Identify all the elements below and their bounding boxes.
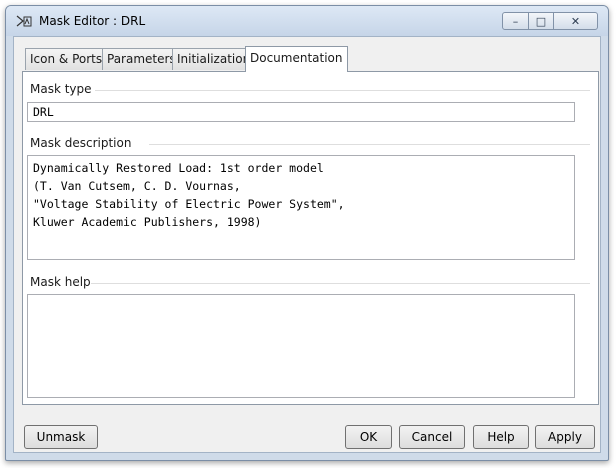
tab-initialization[interactable]: Initialization [172,48,256,70]
mask-help-label: Mask help [30,275,91,289]
close-button[interactable]: ✕ [553,12,598,30]
maximize-button[interactable]: □ [528,12,554,30]
divider [95,90,590,91]
help-button[interactable]: Help [473,425,529,449]
mask-type-value: DRL [33,105,54,119]
unmask-button[interactable]: Unmask [24,425,98,449]
description-line: "Voltage Stability of Electric Power Sys… [33,197,345,211]
mask-description-label: Mask description [30,136,132,150]
mask-help-textarea[interactable] [27,294,575,398]
close-icon: ✕ [570,14,581,28]
simulink-block-icon [16,15,32,27]
window-title: Mask Editor : DRL [39,14,146,28]
mask-type-label: Mask type [30,82,92,96]
description-line: (T. Van Cutsem, C. D. Vournas, [33,179,241,193]
mask-type-field[interactable]: DRL [27,102,575,122]
tab-label: Icon & Ports [30,52,103,66]
mask-description-textarea[interactable]: Dynamically Restored Load: 1st order mod… [27,155,575,260]
tab-documentation[interactable]: Documentation [245,46,348,72]
tab-label: Documentation [250,51,343,65]
maximize-icon: □ [535,14,547,28]
minimize-button[interactable]: – [502,12,529,30]
description-line: Kluwer Academic Publishers, 1998) [33,215,262,229]
tab-parameters[interactable]: Parameters [102,48,181,70]
tab-label: Parameters [107,52,176,66]
cancel-button[interactable]: Cancel [399,425,465,449]
ok-button[interactable]: OK [345,425,392,449]
tab-label: Initialization [177,52,251,66]
mask-editor-window: Mask Editor : DRL – □ ✕ Icon & Ports Par… [5,5,609,461]
divider [149,144,590,145]
dialog-client-area: Icon & Ports Parameters Initialization D… [13,36,601,453]
apply-button[interactable]: Apply [535,425,595,449]
tab-icon-ports[interactable]: Icon & Ports [25,48,108,70]
divider [91,283,590,284]
description-line: Dynamically Restored Load: 1st order mod… [33,161,324,175]
title-bar[interactable]: Mask Editor : DRL – □ ✕ [6,6,608,36]
documentation-panel: Mask type DRL Mask description Dynamical… [22,71,599,405]
minimize-icon: – [512,14,519,28]
